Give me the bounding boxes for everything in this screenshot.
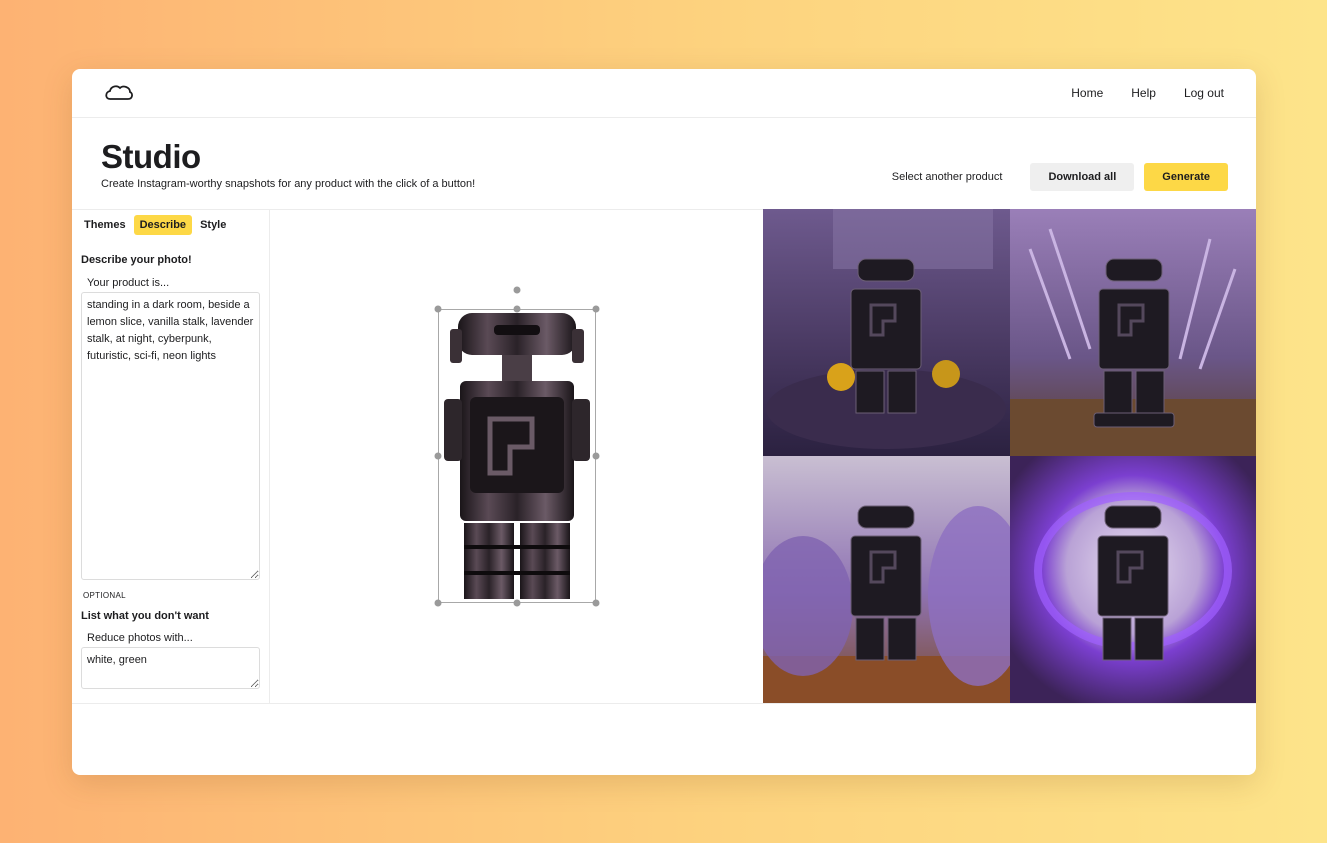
resize-handle-top[interactable] [513,305,521,313]
resize-handle-top-left[interactable] [434,305,442,313]
generated-image-2[interactable] [1010,209,1256,456]
sidebar-tabs: Themes Describe Style [78,215,234,235]
cloud-icon[interactable] [104,82,134,104]
select-product-link[interactable]: Select another product [892,171,1003,183]
robot-product-image [438,309,596,603]
product-field-label: Your product is... [87,277,170,289]
product-selection-box[interactable] [434,286,600,607]
negative-field-label: Reduce photos with... [87,632,193,644]
rotate-handle[interactable] [513,286,521,294]
generated-images-grid [763,209,1256,703]
negative-prompt-input[interactable] [81,647,260,689]
resize-handle-bottom-left[interactable] [434,599,442,607]
product-description-input[interactable] [81,292,260,580]
studio-workspace: Themes Describe Style Describe your phot… [72,209,1256,704]
studio-window: Home Help Log out Studio Create Instagra… [72,69,1256,775]
nav-menu: Home Help Log out [1071,86,1224,100]
resize-handle-left[interactable] [434,452,442,460]
page-subtitle: Create Instagram-worthy snapshots for an… [101,178,476,190]
resize-handle-top-right[interactable] [592,305,600,313]
generated-image-1[interactable] [763,209,1010,456]
tab-style[interactable]: Style [194,215,232,235]
resize-handle-right[interactable] [592,452,600,460]
generated-image-3[interactable] [763,456,1010,703]
nav-home-link[interactable]: Home [1071,86,1103,100]
product-canvas [270,209,763,703]
describe-heading: Describe your photo! [81,254,192,266]
generated-image-4[interactable] [1010,456,1256,703]
resize-handle-bottom-right[interactable] [592,599,600,607]
page-header: Studio Create Instagram-worthy snapshots… [72,118,1256,210]
header-actions: Select another product Download all Gene… [892,163,1228,191]
optional-tag: OPTIONAL [83,591,126,600]
top-nav-bar: Home Help Log out [72,69,1256,118]
page-title: Studio [101,138,201,175]
nav-logout-link[interactable]: Log out [1184,86,1224,100]
nav-help-link[interactable]: Help [1131,86,1156,100]
negative-heading: List what you don't want [81,610,209,622]
generate-button[interactable]: Generate [1144,163,1228,191]
resize-handle-bottom[interactable] [513,599,521,607]
tab-themes[interactable]: Themes [78,215,132,235]
download-all-button[interactable]: Download all [1030,163,1135,191]
prompt-sidebar: Themes Describe Style Describe your phot… [72,209,270,703]
tab-describe[interactable]: Describe [133,215,193,235]
